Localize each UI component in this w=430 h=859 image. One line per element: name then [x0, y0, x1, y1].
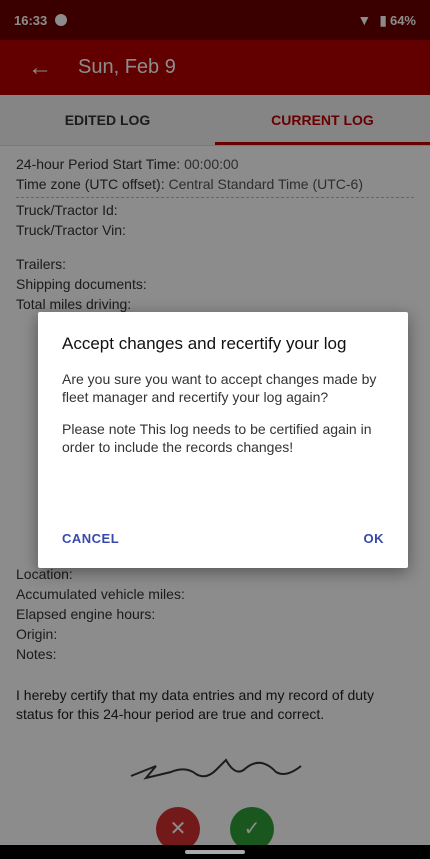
- ok-button[interactable]: OK: [364, 531, 385, 546]
- dialog-body: Are you sure you want to accept changes …: [62, 370, 384, 456]
- dialog-message-note: Please note This log needs to be certifi…: [62, 421, 372, 455]
- system-nav-bar: [0, 845, 430, 859]
- cancel-button[interactable]: CANCEL: [62, 531, 119, 546]
- home-handle[interactable]: [185, 850, 245, 854]
- recertify-dialog: Accept changes and recertify your log Ar…: [38, 312, 408, 568]
- dialog-actions: CANCEL OK: [62, 531, 384, 546]
- dialog-title: Accept changes and recertify your log: [62, 334, 347, 353]
- dialog-message-confirm: Are you sure you want to accept changes …: [62, 371, 377, 405]
